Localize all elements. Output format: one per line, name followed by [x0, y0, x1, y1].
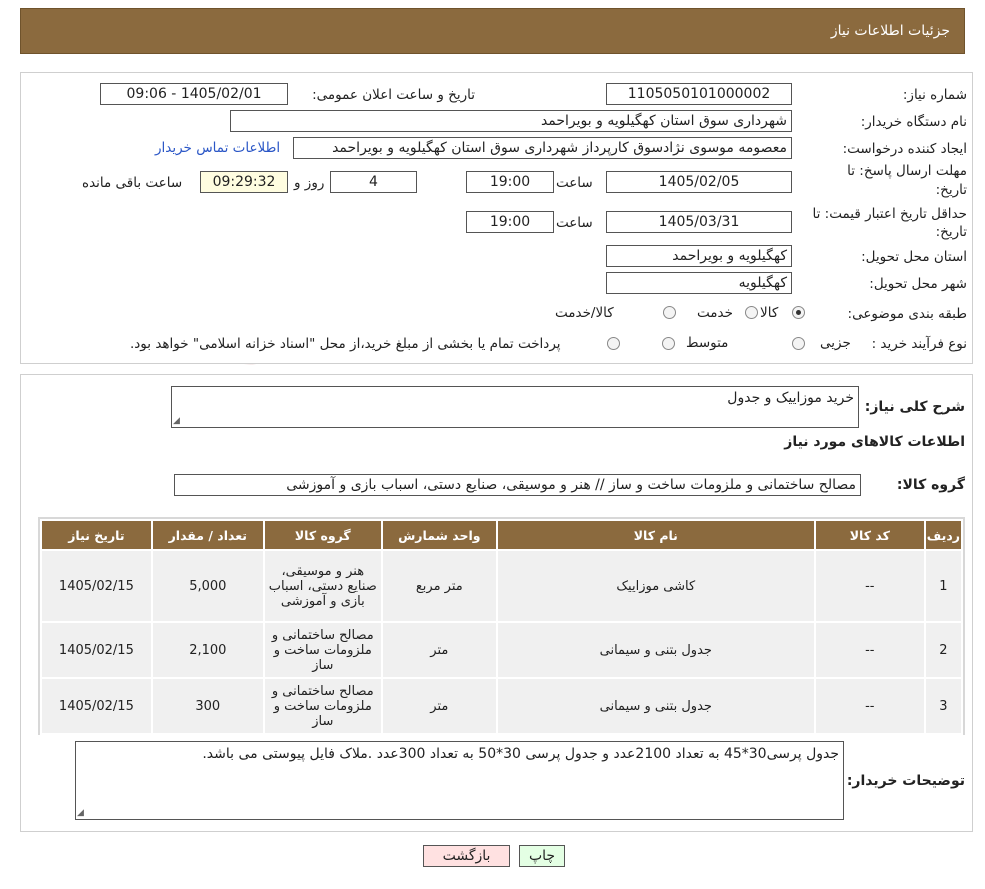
need-number-label: شماره نیاز: [902, 87, 967, 103]
page-title: جزئیات اطلاعات نیاز [830, 23, 950, 39]
cell-date: 1405/02/15 [40, 677, 153, 735]
buyer-notes-text: جدول پرسی30*45 به تعداد 2100عدد و جدول پ… [202, 746, 839, 762]
items-table: ردیف کد کالا نام کالا واحد شمارش گروه کا… [40, 519, 964, 735]
process-radio-medium[interactable] [662, 337, 675, 350]
table-row: 2 -- جدول بتنی و سیمانی متر مصالح ساختما… [40, 621, 964, 679]
summary-text: خرید موزاییک و جدول [727, 390, 854, 406]
col-header-quantity: تعداد / مقدار [150, 519, 265, 551]
summary-label: شرح کلی نیاز: [864, 399, 965, 415]
table-header-row: ردیف کد کالا نام کالا واحد شمارش گروه کا… [40, 519, 964, 551]
buyer-org-label: نام دستگاه خریدار: [860, 114, 967, 130]
days-label: روز و [294, 175, 325, 191]
category-option-goods-service: کالا/خدمت [555, 305, 614, 321]
deadline-label: مهلت ارسال پاسخ: تا [847, 163, 967, 179]
deadline-time-label: ساعت [556, 175, 593, 191]
table-row: 1 -- کاشی موزاییک متر مربع هنر و موسیقی،… [40, 549, 964, 623]
category-radio-goods-service[interactable] [663, 306, 676, 319]
process-label: نوع فرآیند خرید : [871, 336, 967, 352]
cell-group: مصالح ساختمانی و ملزومات ساخت و ساز [262, 677, 383, 735]
cell-code: -- [813, 549, 926, 623]
province-field: کهگیلویه و بویراحمد [606, 245, 792, 267]
deadline-date-field: 1405/02/05 [606, 171, 792, 193]
cell-code: -- [813, 677, 926, 735]
summary-field: خرید موزاییک و جدول [171, 386, 859, 428]
col-header-unit: واحد شمارش [380, 519, 498, 551]
cell-group: هنر و موسیقی، صنایع دستی، اسباب بازی و آ… [262, 549, 383, 623]
cell-quantity: 5,000 [150, 549, 265, 623]
need-number-field: 1105050101000002 [606, 83, 792, 105]
cell-unit: متر مربع [380, 549, 498, 623]
summary-resize-icon[interactable]: ◢ [173, 416, 180, 426]
cell-group: مصالح ساختمانی و ملزومات ساخت و ساز [262, 621, 383, 679]
cell-date: 1405/02/15 [40, 621, 153, 679]
col-header-code: کد کالا [813, 519, 926, 551]
buyer-notes-label: توضیحات خریدار: [846, 773, 965, 789]
cell-unit: متر [380, 621, 498, 679]
process-radio-minor[interactable] [792, 337, 805, 350]
category-option-service: خدمت [697, 305, 733, 321]
col-header-date: تاریخ نیاز [40, 519, 153, 551]
cell-row-num: 3 [923, 677, 964, 735]
goods-group-field: مصالح ساختمانی و ملزومات ساخت و ساز // ه… [174, 474, 861, 496]
buyer-notes-resize-icon[interactable]: ◢ [77, 808, 84, 818]
payment-checkbox[interactable] [607, 337, 620, 350]
back-button[interactable]: بازگشت [423, 845, 510, 867]
buyer-org-field: شهرداری سوق استان کهگیلویه و بویراحمد [230, 110, 792, 132]
goods-group-label: گروه کالا: [896, 477, 965, 493]
page-header: جزئیات اطلاعات نیاز [20, 8, 965, 54]
buyer-contact-link[interactable]: اطلاعات تماس خریدار [155, 140, 280, 156]
requester-label: ایجاد کننده درخواست: [842, 141, 967, 157]
buyer-notes-field: جدول پرسی30*45 به تعداد 2100عدد و جدول پ… [75, 741, 844, 820]
payment-note: پرداخت تمام یا بخشی از مبلغ خرید،از محل … [130, 336, 561, 352]
process-option-minor: جزیی [820, 335, 851, 351]
cell-code: -- [813, 621, 926, 679]
category-radio-service[interactable] [745, 306, 758, 319]
cell-row-num: 1 [923, 549, 964, 623]
items-table-wrapper: ردیف کد کالا نام کالا واحد شمارش گروه کا… [38, 517, 965, 735]
deadline-label-date: تاریخ: [935, 182, 967, 198]
cell-name: کاشی موزاییک [495, 549, 816, 623]
cell-name: جدول بتنی و سیمانی [495, 621, 816, 679]
city-field: کهگیلویه [606, 272, 792, 294]
validity-date-field: 1405/03/31 [606, 211, 792, 233]
validity-time-label: ساعت [556, 215, 593, 231]
remaining-time-field: 09:29:32 [200, 171, 288, 193]
announce-label: تاریخ و ساعت اعلان عمومی: [312, 87, 475, 103]
table-row: 3 -- جدول بتنی و سیمانی متر مصالح ساختما… [40, 677, 964, 735]
remaining-time-label: ساعت باقی مانده [82, 175, 183, 191]
category-label: طبقه بندی موضوعی: [847, 306, 967, 322]
col-header-row-num: ردیف [923, 519, 964, 551]
city-label: شهر محل تحویل: [869, 276, 967, 292]
category-radio-goods[interactable] [792, 306, 805, 319]
cell-unit: متر [380, 677, 498, 735]
announce-field: 1405/02/01 - 09:06 [100, 83, 288, 105]
validity-time-field: 19:00 [466, 211, 554, 233]
process-option-medium: متوسط [686, 335, 729, 351]
validity-label: حداقل تاریخ اعتبار قیمت: تا [812, 206, 967, 222]
cell-date: 1405/02/15 [40, 549, 153, 623]
cell-quantity: 300 [150, 677, 265, 735]
print-button[interactable]: چاپ [519, 845, 565, 867]
cell-name: جدول بتنی و سیمانی [495, 677, 816, 735]
cell-quantity: 2,100 [150, 621, 265, 679]
deadline-time-field: 19:00 [466, 171, 554, 193]
cell-row-num: 2 [923, 621, 964, 679]
requester-field: معصومه موسوی نژادسوق کارپرداز شهرداری سو… [293, 137, 792, 159]
col-header-name: نام کالا [495, 519, 816, 551]
col-header-group: گروه کالا [262, 519, 383, 551]
province-label: استان محل تحویل: [861, 249, 967, 265]
goods-section-title: اطلاعات کالاهای مورد نیاز [784, 434, 965, 450]
days-remaining-field: 4 [330, 171, 417, 193]
validity-label-date: تاریخ: [935, 224, 967, 240]
category-option-goods: کالا [760, 305, 779, 321]
